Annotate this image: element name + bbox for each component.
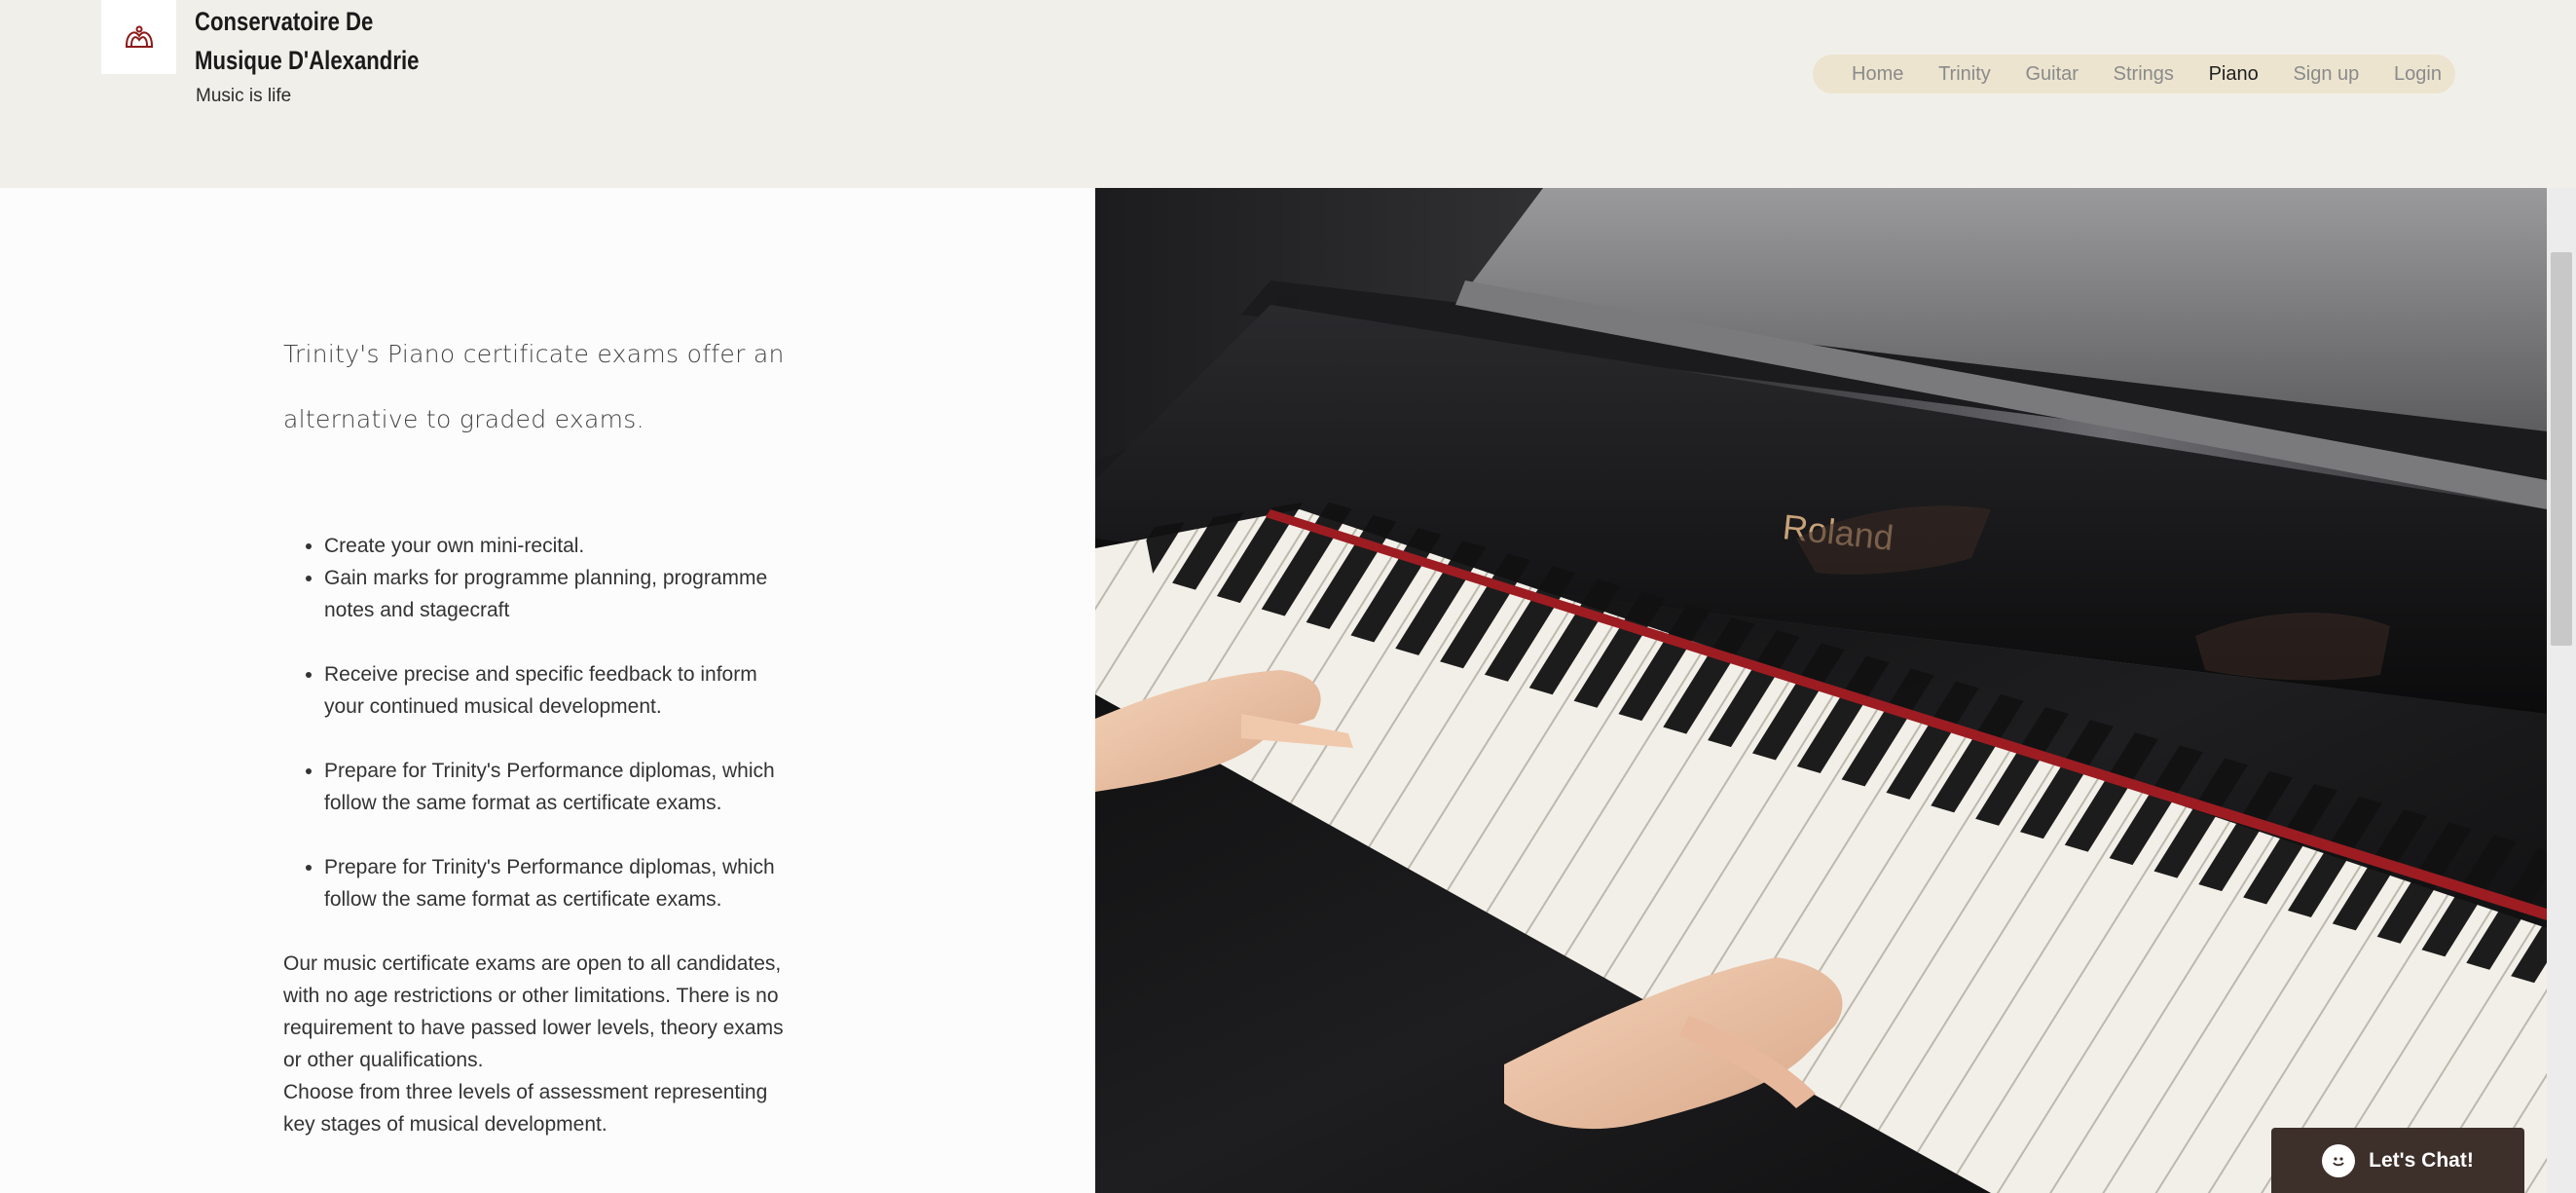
- benefits-list: Create your own mini-recital. Gain marks…: [283, 530, 790, 915]
- list-item: Create your own mini-recital.: [324, 530, 790, 562]
- list-item: Prepare for Trinity's Performance diplom…: [324, 851, 790, 915]
- nav-strings[interactable]: Strings: [2114, 63, 2174, 86]
- piano-illustration: Roland: [1095, 188, 2547, 1193]
- lead-heading: Trinity's Piano certificate exams offer …: [283, 321, 790, 452]
- site-logo[interactable]: [101, 0, 176, 74]
- paragraph: Our music certificate exams are open to …: [283, 952, 784, 1071]
- site-title-line-2: Musique D'Alexandrie: [195, 46, 420, 75]
- nav-home[interactable]: Home: [1852, 63, 1903, 86]
- nav-piano[interactable]: Piano: [2209, 63, 2259, 86]
- lead-heading-line-2: alternative to graded exams.: [283, 405, 644, 433]
- nav-guitar[interactable]: Guitar: [2025, 63, 2078, 86]
- chat-smile-icon: [2322, 1143, 2356, 1177]
- list-item: Gain marks for programme planning, progr…: [324, 562, 790, 626]
- nav-sign-up[interactable]: Sign up: [2293, 63, 2359, 86]
- list-item: Prepare for Trinity's Performance diplom…: [324, 755, 790, 819]
- site-title[interactable]: Conservatoire De Musique D'Alexandrie: [195, 2, 466, 80]
- piano-hero-image: Roland: [1095, 188, 2547, 1193]
- site-tagline: Music is life: [196, 86, 292, 106]
- main-nav: Home Trinity Guitar Strings Piano Sign u…: [1813, 55, 2455, 93]
- site-header: Conservatoire De Musique D'Alexandrie Mu…: [0, 0, 2576, 188]
- lead-heading-line-1: Trinity's Piano certificate exams offer …: [283, 340, 785, 368]
- eligibility-text: Our music certificate exams are open to …: [283, 948, 790, 1140]
- site-title-line-1: Conservatoire De: [195, 7, 374, 36]
- page-scrollbar[interactable]: [2547, 188, 2576, 1193]
- nav-login[interactable]: Login: [2394, 63, 2442, 86]
- chat-button-label: Let's Chat!: [2369, 1148, 2474, 1172]
- paragraph: Choose from three levels of assessment r…: [283, 1081, 768, 1136]
- nav-trinity[interactable]: Trinity: [1938, 63, 1991, 86]
- chat-button[interactable]: Let's Chat!: [2271, 1128, 2524, 1193]
- harp-logo-icon: [125, 25, 153, 48]
- list-item: Receive precise and specific feedback to…: [324, 658, 790, 723]
- scrollbar-thumb[interactable]: [2551, 252, 2572, 646]
